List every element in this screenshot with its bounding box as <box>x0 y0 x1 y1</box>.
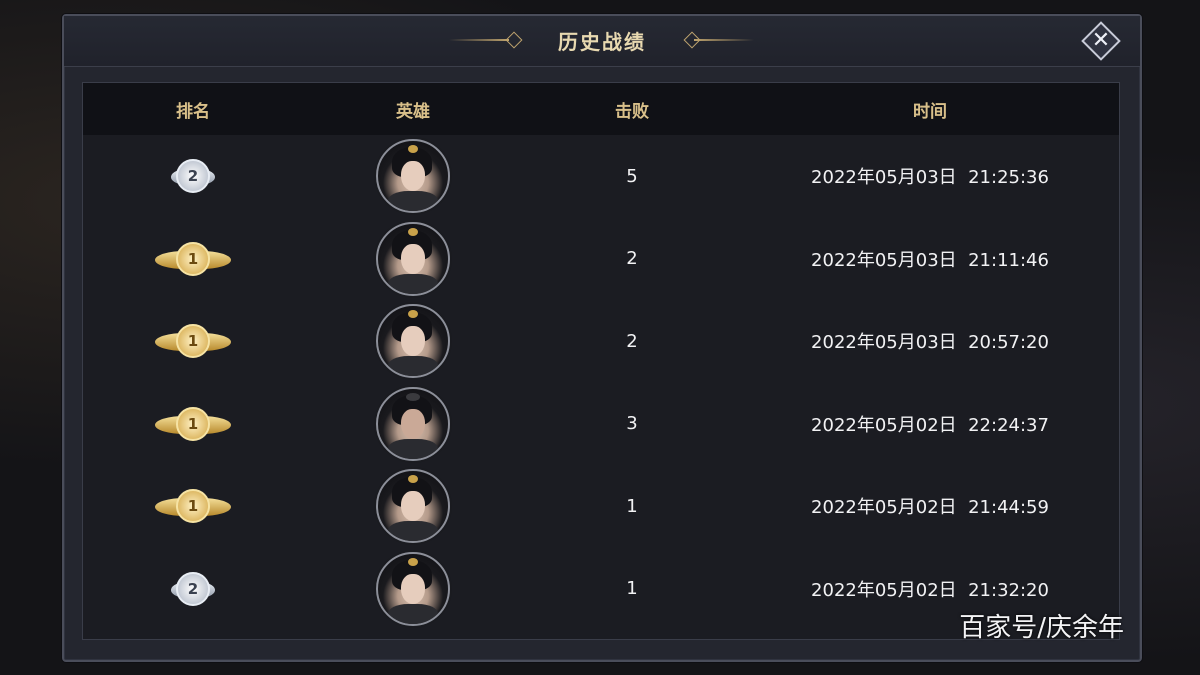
rank-number: 2 <box>176 571 210 606</box>
time-cell: 2022年05月03日 21:25:36 <box>741 163 1119 189</box>
hero-avatar[interactable] <box>376 551 450 626</box>
kills-cell: 1 <box>523 496 741 517</box>
kills-cell: 2 <box>523 248 741 269</box>
rank-number: 1 <box>176 489 210 524</box>
avatar-robe <box>388 521 438 542</box>
table-row[interactable]: 1 1 2022年05月02日 21:44:59 <box>83 465 1119 548</box>
avatar-robe <box>388 191 438 212</box>
hero-avatar[interactable] <box>376 221 450 296</box>
rank-cell: 2 <box>83 154 303 198</box>
avatar-face <box>401 243 425 274</box>
gold-rank-badge-icon: 1 <box>155 484 231 528</box>
time-value: 2022年05月03日 20:57:20 <box>811 332 1049 354</box>
avatar-robe <box>388 273 438 294</box>
close-button[interactable]: ✕ <box>1081 21 1121 61</box>
time-value: 2022年05月02日 21:32:20 <box>811 579 1049 601</box>
hero-cell <box>303 221 523 296</box>
time-cell: 2022年05月02日 21:32:20 <box>741 576 1119 602</box>
avatar-face <box>401 161 425 192</box>
avatar-face <box>401 491 425 522</box>
header-time: 时间 <box>913 101 947 122</box>
hero-avatar[interactable] <box>376 304 450 379</box>
rank-number: 1 <box>176 241 210 276</box>
time-value: 2022年05月02日 22:24:37 <box>811 414 1049 436</box>
watermark: 百家号/庆余年 <box>959 613 1124 643</box>
header-kills: 击败 <box>615 101 649 122</box>
avatar-face <box>401 326 425 357</box>
table-row[interactable]: 1 3 2022年05月02日 22:24:37 <box>83 383 1119 466</box>
kills-cell: 3 <box>523 413 741 434</box>
table-header: 排名 英雄 击败 时间 <box>83 83 1119 135</box>
hero-cell <box>303 304 523 379</box>
rank-cell: 2 <box>83 567 303 611</box>
avatar-ornament <box>408 557 418 566</box>
silver-rank-badge-icon: 2 <box>155 567 231 611</box>
kills-value: 2 <box>626 248 638 270</box>
hero-avatar[interactable] <box>376 469 450 544</box>
hero-cell <box>303 386 523 461</box>
table-row[interactable]: 1 2 2022年05月03日 21:11:46 <box>83 218 1119 301</box>
time-cell: 2022年05月02日 21:44:59 <box>741 493 1119 519</box>
time-value: 2022年05月02日 21:44:59 <box>811 497 1049 519</box>
avatar-robe <box>388 603 438 624</box>
avatar-face <box>401 573 425 604</box>
time-cell: 2022年05月03日 21:11:46 <box>741 246 1119 272</box>
header-rank: 排名 <box>176 101 210 122</box>
title-ornament-right <box>694 39 754 41</box>
header-hero: 英雄 <box>396 101 430 122</box>
kills-cell: 1 <box>523 578 741 599</box>
rank-number: 1 <box>176 406 210 441</box>
rank-cell: 1 <box>83 237 303 281</box>
rank-cell: 1 <box>83 484 303 528</box>
close-icon: ✕ <box>1091 28 1111 53</box>
avatar-robe <box>388 356 438 377</box>
dialog-title: 历史战绩 <box>558 30 646 54</box>
gold-rank-badge-icon: 1 <box>155 402 231 446</box>
rank-number: 1 <box>176 324 210 359</box>
avatar-ornament <box>406 392 420 401</box>
time-cell: 2022年05月02日 22:24:37 <box>741 411 1119 437</box>
table-row[interactable]: 1 2 2022年05月03日 20:57:20 <box>83 300 1119 383</box>
time-value: 2022年05月03日 21:11:46 <box>811 249 1049 271</box>
kills-value: 1 <box>626 495 638 517</box>
gold-rank-badge-icon: 1 <box>155 237 231 281</box>
kills-value: 2 <box>626 330 638 352</box>
table-row[interactable]: 2 5 2022年05月03日 21:25:36 <box>83 135 1119 218</box>
hero-cell <box>303 139 523 214</box>
record-table: 排名 英雄 击败 时间 2 5 2022年05月03日 21:25:36 1 2 2022… <box>82 82 1120 640</box>
dialog-titlebar: 历史战绩 ✕ <box>64 16 1140 67</box>
kills-cell: 5 <box>523 166 741 187</box>
time-value: 2022年05月03日 21:25:36 <box>811 167 1049 189</box>
hero-avatar[interactable] <box>376 386 450 461</box>
rank-number: 2 <box>176 159 210 194</box>
hero-avatar[interactable] <box>376 139 450 214</box>
gold-rank-badge-icon: 1 <box>155 319 231 363</box>
history-record-dialog: 历史战绩 ✕ 排名 英雄 击败 时间 2 5 2022年05月03日 21:25:3… <box>62 14 1142 662</box>
table-body: 2 5 2022年05月03日 21:25:36 1 2 2022年05月03日 21:1… <box>83 135 1119 630</box>
rank-cell: 1 <box>83 402 303 446</box>
kills-value: 3 <box>626 413 638 435</box>
hero-cell <box>303 551 523 626</box>
silver-rank-badge-icon: 2 <box>155 154 231 198</box>
kills-value: 5 <box>626 165 638 187</box>
hero-cell <box>303 469 523 544</box>
kills-cell: 2 <box>523 331 741 352</box>
avatar-robe <box>388 438 438 459</box>
avatar-face <box>401 408 425 439</box>
kills-value: 1 <box>626 578 638 600</box>
avatar-ornament <box>408 227 418 236</box>
time-cell: 2022年05月03日 20:57:20 <box>741 328 1119 354</box>
rank-cell: 1 <box>83 319 303 363</box>
